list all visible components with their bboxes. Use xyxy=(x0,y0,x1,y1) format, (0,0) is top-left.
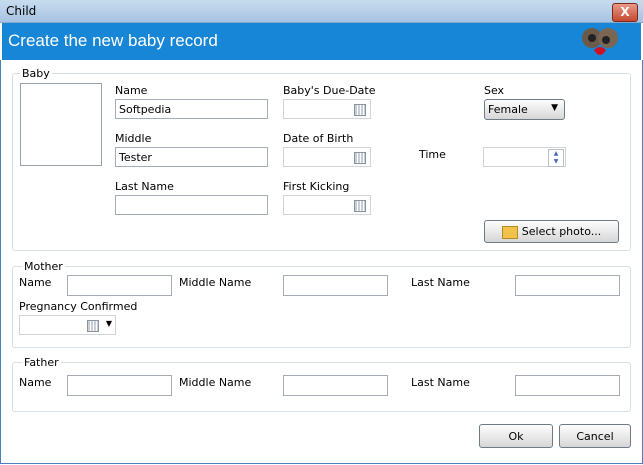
chevron-down-icon[interactable]: ▼ xyxy=(106,319,112,328)
father-name-input[interactable] xyxy=(67,375,172,396)
mother-last-name-input[interactable] xyxy=(515,275,620,296)
due-date-label: Baby's Due-Date xyxy=(283,84,376,97)
mother-last-name-label: Last Name xyxy=(411,276,470,289)
father-group-label: Father xyxy=(22,356,61,369)
dob-label: Date of Birth xyxy=(283,132,354,145)
select-photo-button[interactable]: Select photo... xyxy=(484,220,619,243)
calendar-icon[interactable] xyxy=(354,152,366,164)
name-label: Name xyxy=(115,84,148,97)
baby-photo[interactable] xyxy=(20,83,102,166)
mother-middle-name-label: Middle Name xyxy=(179,276,252,289)
baby-group-label: Baby xyxy=(20,67,52,80)
cancel-button[interactable]: Cancel xyxy=(559,424,631,448)
father-middle-name-input[interactable] xyxy=(283,375,388,396)
first-kicking-picker[interactable] xyxy=(283,195,371,215)
baby-last-name-input[interactable] xyxy=(115,195,268,215)
sex-select[interactable]: Female ▼ xyxy=(484,99,565,120)
folder-icon xyxy=(501,225,518,239)
page-title: Create the new baby record xyxy=(8,31,218,50)
chevron-down-icon: ▼ xyxy=(551,103,558,113)
calendar-icon[interactable] xyxy=(354,200,366,212)
father-middle-name-label: Middle Name xyxy=(179,376,252,389)
time-label: Time xyxy=(419,148,446,161)
mother-middle-name-input[interactable] xyxy=(283,275,388,296)
last-name-label: Last Name xyxy=(115,180,174,193)
ok-button[interactable]: Ok xyxy=(479,424,553,448)
sex-value: Female xyxy=(488,103,528,116)
due-date-picker[interactable] xyxy=(283,99,371,119)
close-button[interactable]: X xyxy=(612,3,638,22)
teddy-bear-logo-icon xyxy=(582,28,618,55)
baby-middle-input[interactable] xyxy=(115,147,268,167)
mother-name-input[interactable] xyxy=(67,275,172,296)
baby-name-input[interactable] xyxy=(115,99,268,119)
sex-label: Sex xyxy=(484,84,505,97)
select-photo-label: Select photo... xyxy=(521,225,602,238)
mother-group-label: Mother xyxy=(22,260,65,273)
calendar-icon[interactable] xyxy=(87,320,99,332)
calendar-icon[interactable] xyxy=(354,104,366,116)
father-name-label: Name xyxy=(19,376,52,389)
spinner-icon[interactable]: ▲ ▼ xyxy=(548,149,564,167)
mother-name-label: Name xyxy=(19,276,52,289)
dob-picker[interactable] xyxy=(283,147,371,167)
father-last-name-label: Last Name xyxy=(411,376,470,389)
father-last-name-input[interactable] xyxy=(515,375,620,396)
first-kicking-label: First Kicking xyxy=(283,180,350,193)
time-input[interactable]: ▲ ▼ xyxy=(483,147,566,167)
middle-label: Middle xyxy=(115,132,152,145)
pregnancy-confirmed-label: Pregnancy Confirmed xyxy=(19,300,138,313)
title-bar xyxy=(0,0,643,23)
pregnancy-confirmed-picker[interactable]: ▼ xyxy=(19,315,116,335)
window-title: Child xyxy=(6,4,37,18)
